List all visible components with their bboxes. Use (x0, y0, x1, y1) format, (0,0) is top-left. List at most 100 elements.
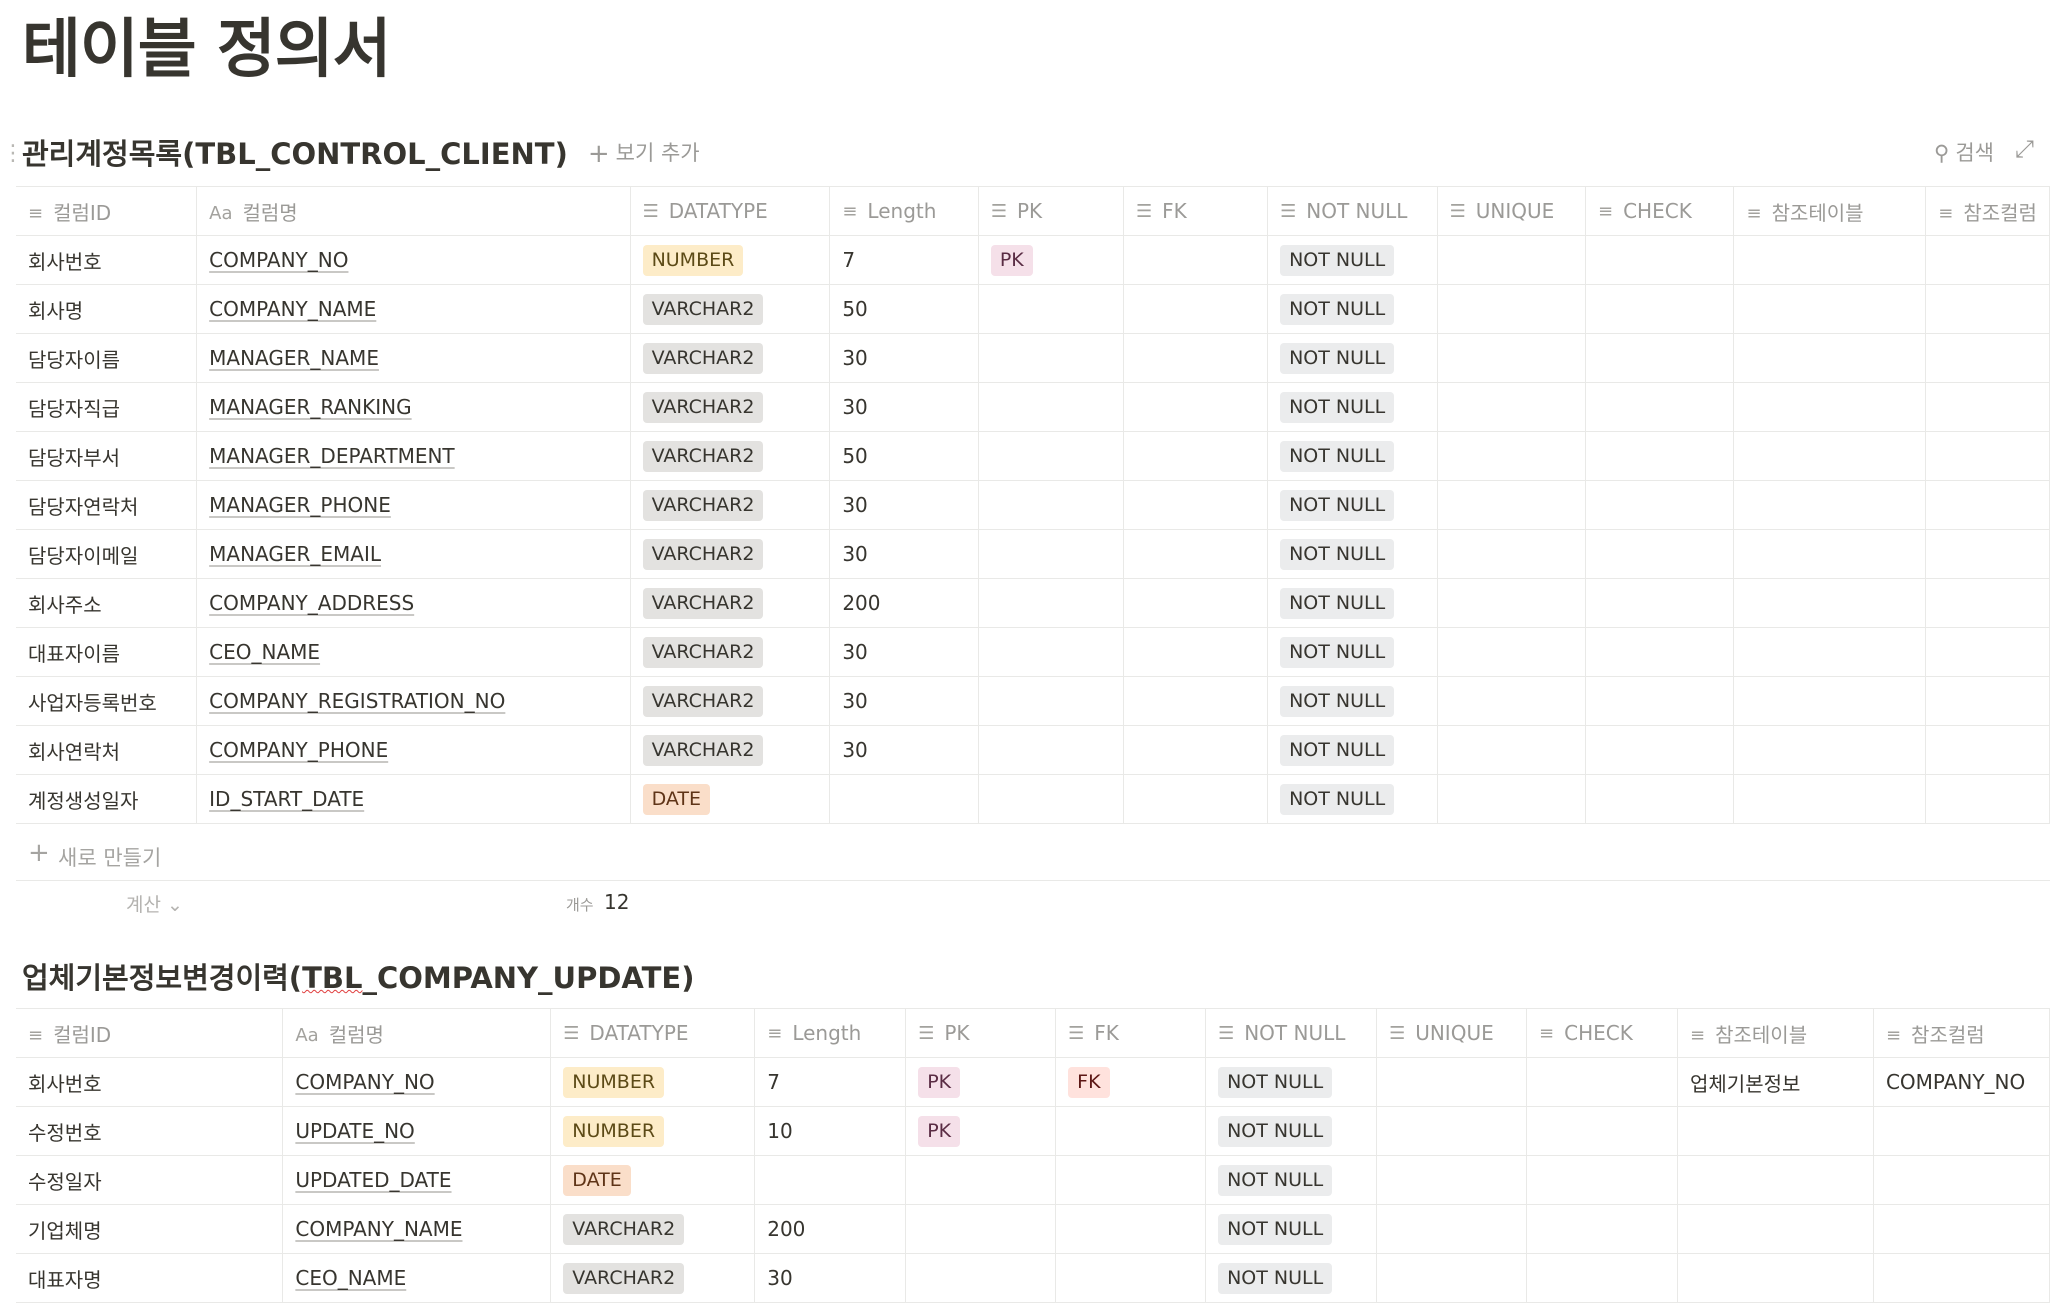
column-header[interactable]: ≡ Length (829, 186, 979, 236)
cell-datatype[interactable]: DATE (629, 774, 831, 824)
cell-datatype[interactable]: VARCHAR2 (629, 284, 831, 334)
cell-column-name[interactable]: COMPANY_NAME (196, 284, 631, 334)
calc-dropdown[interactable]: 계산 ⌄ (126, 890, 183, 917)
cell-ref-table[interactable] (1733, 529, 1927, 579)
cell-not-null[interactable]: NOT NULL (1267, 480, 1438, 530)
cell-unique[interactable] (1376, 1106, 1528, 1156)
cell-fk[interactable] (1055, 1155, 1207, 1205)
cell-ref-table[interactable] (1733, 382, 1927, 432)
cell-fk[interactable] (1122, 480, 1269, 530)
cell-check[interactable] (1584, 431, 1735, 481)
cell-ref-column[interactable]: COMPANY_NO (1872, 1057, 2050, 1107)
db1-title[interactable]: 관리계정목록(TBL_CONTROL_CLIENT) (22, 131, 568, 173)
column-header[interactable]: Aa 컬럼명 (196, 186, 631, 236)
cell-column-id[interactable]: 회사번호 (16, 235, 198, 285)
cell-not-null[interactable]: NOT NULL (1267, 578, 1438, 628)
cell-not-null[interactable]: NOT NULL (1205, 1057, 1378, 1107)
cell-column-id[interactable]: 담당자이메일 (16, 529, 198, 579)
cell-length[interactable]: 30 (829, 382, 979, 432)
cell-check[interactable] (1584, 578, 1735, 628)
cell-not-null[interactable]: NOT NULL (1205, 1155, 1378, 1205)
cell-not-null[interactable]: NOT NULL (1267, 725, 1438, 775)
cell-ref-column[interactable] (1925, 284, 2050, 334)
cell-pk[interactable] (905, 1204, 1057, 1254)
cell-column-name[interactable]: COMPANY_PHONE (196, 725, 631, 775)
cell-fk[interactable] (1122, 529, 1269, 579)
cell-ref-column[interactable] (1925, 431, 2050, 481)
cell-fk[interactable] (1122, 235, 1269, 285)
cell-fk[interactable] (1055, 1204, 1207, 1254)
cell-not-null[interactable]: NOT NULL (1267, 627, 1438, 677)
cell-ref-table[interactable] (1733, 431, 1927, 481)
column-header[interactable]: ≡ 컬럼ID (16, 1008, 284, 1058)
cell-ref-table[interactable] (1733, 627, 1927, 677)
cell-ref-column[interactable] (1925, 627, 2050, 677)
cell-not-null[interactable]: NOT NULL (1267, 529, 1438, 579)
cell-check[interactable] (1584, 382, 1735, 432)
cell-column-id[interactable]: 수정일자 (16, 1155, 284, 1205)
expand-icon[interactable]: ⤢ (2015, 135, 2034, 163)
cell-pk[interactable] (977, 627, 1124, 677)
cell-unique[interactable] (1436, 529, 1587, 579)
cell-datatype[interactable]: NUMBER (629, 235, 831, 285)
cell-ref-column[interactable] (1872, 1106, 2050, 1156)
cell-length[interactable]: 10 (754, 1106, 907, 1156)
cell-datatype[interactable]: VARCHAR2 (629, 382, 831, 432)
cell-unique[interactable] (1376, 1204, 1528, 1254)
cell-datatype[interactable]: VARCHAR2 (629, 676, 831, 726)
column-header[interactable]: ☰ DATATYPE (550, 1008, 756, 1058)
search-button[interactable]: ⚲ 검색 (1934, 137, 1994, 167)
column-header[interactable]: ≡ 참조테이블 (1677, 1008, 1874, 1058)
cell-check[interactable] (1584, 774, 1735, 824)
add-view-button[interactable]: + 보기 추가 (588, 137, 700, 169)
cell-column-id[interactable]: 회사연락처 (16, 725, 198, 775)
cell-fk[interactable] (1122, 774, 1269, 824)
cell-unique[interactable] (1376, 1155, 1528, 1205)
cell-unique[interactable] (1436, 284, 1587, 334)
cell-ref-column[interactable] (1925, 382, 2050, 432)
cell-ref-table[interactable] (1733, 774, 1927, 824)
cell-fk[interactable] (1055, 1253, 1207, 1303)
cell-ref-column[interactable] (1872, 1155, 2050, 1205)
cell-fk[interactable] (1122, 284, 1269, 334)
column-header[interactable]: ☰ PK (905, 1008, 1057, 1058)
column-header[interactable]: ≡ CHECK (1584, 186, 1735, 236)
cell-ref-table[interactable] (1733, 284, 1927, 334)
cell-check[interactable] (1584, 480, 1735, 530)
cell-pk[interactable] (977, 333, 1124, 383)
cell-length[interactable]: 30 (829, 725, 979, 775)
column-header[interactable]: ≡ 참조컬럼 (1925, 186, 2050, 236)
cell-column-id[interactable]: 사업자등록번호 (16, 676, 198, 726)
cell-unique[interactable] (1436, 431, 1587, 481)
cell-not-null[interactable]: NOT NULL (1205, 1106, 1378, 1156)
cell-unique[interactable] (1436, 725, 1587, 775)
column-header[interactable]: ☰ UNIQUE (1376, 1008, 1528, 1058)
column-header[interactable]: Aa 컬럼명 (282, 1008, 552, 1058)
cell-check[interactable] (1526, 1155, 1678, 1205)
cell-datatype[interactable]: VARCHAR2 (550, 1204, 756, 1254)
cell-column-id[interactable]: 계정생성일자 (16, 774, 198, 824)
cell-unique[interactable] (1436, 774, 1587, 824)
cell-unique[interactable] (1436, 235, 1587, 285)
cell-check[interactable] (1584, 725, 1735, 775)
cell-column-name[interactable]: CEO_NAME (196, 627, 631, 677)
cell-length[interactable]: 200 (754, 1204, 907, 1254)
cell-column-id[interactable]: 회사명 (16, 284, 198, 334)
cell-column-name[interactable]: UPDATED_DATE (282, 1155, 552, 1205)
cell-pk[interactable] (977, 676, 1124, 726)
cell-unique[interactable] (1436, 627, 1587, 677)
cell-length[interactable]: 30 (829, 480, 979, 530)
cell-column-id[interactable]: 수정번호 (16, 1106, 284, 1156)
cell-column-id[interactable]: 담당자이름 (16, 333, 198, 383)
cell-fk[interactable] (1122, 578, 1269, 628)
cell-datatype[interactable]: VARCHAR2 (629, 333, 831, 383)
cell-ref-table[interactable]: 업체기본정보 (1677, 1057, 1874, 1107)
cell-pk[interactable]: PK (905, 1106, 1057, 1156)
cell-check[interactable] (1584, 333, 1735, 383)
cell-column-name[interactable]: MANAGER_EMAIL (196, 529, 631, 579)
cell-unique[interactable] (1436, 480, 1587, 530)
cell-datatype[interactable]: DATE (550, 1155, 756, 1205)
cell-ref-table[interactable] (1733, 676, 1927, 726)
column-header[interactable]: ≡ CHECK (1526, 1008, 1678, 1058)
cell-not-null[interactable]: NOT NULL (1205, 1204, 1378, 1254)
